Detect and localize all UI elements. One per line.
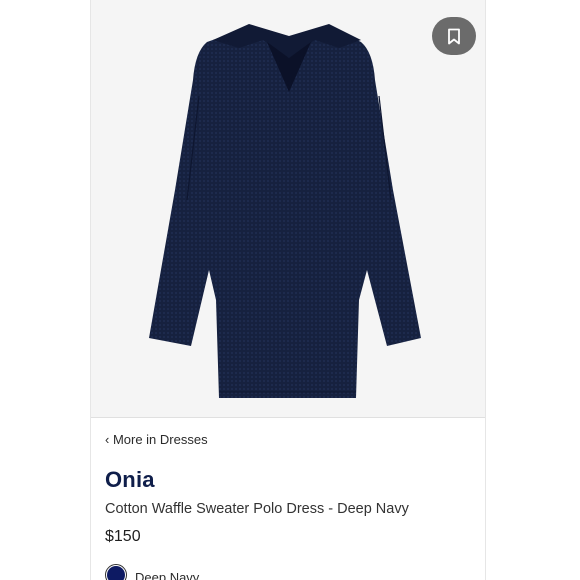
color-swatch[interactable] (105, 564, 127, 580)
bookmark-button[interactable] (432, 17, 476, 55)
color-label: Deep Navy (135, 569, 200, 580)
color-swatch-fill (107, 566, 125, 580)
brand-name[interactable]: Onia (105, 467, 155, 493)
breadcrumb-more-in-dresses[interactable]: ‹ More in Dresses (105, 432, 208, 447)
product-image[interactable] (91, 0, 486, 418)
product-card: ‹ More in Dresses Onia Cotton Waffle Swe… (90, 0, 486, 580)
page: ‹ More in Dresses Onia Cotton Waffle Swe… (0, 0, 580, 580)
bookmark-icon (448, 28, 460, 44)
color-selector: Deep Navy (105, 564, 199, 580)
product-price: $150 (105, 528, 141, 545)
product-image-area (91, 0, 486, 418)
product-title: Cotton Waffle Sweater Polo Dress - Deep … (105, 501, 409, 517)
